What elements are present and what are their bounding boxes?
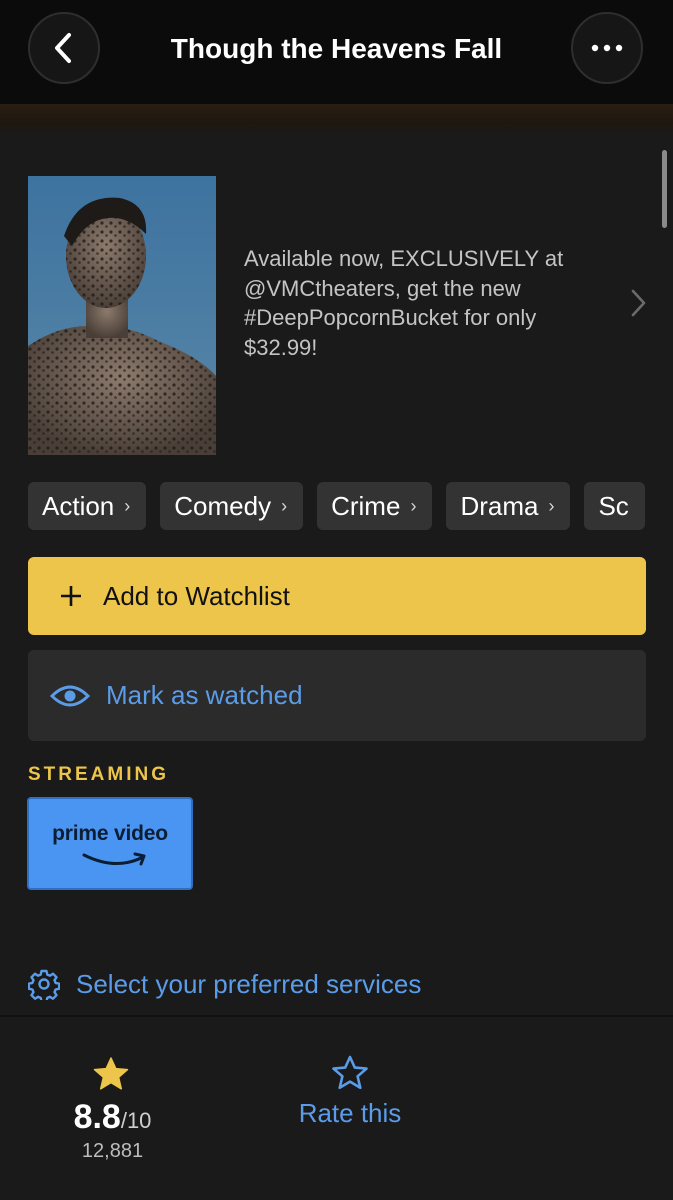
star-outline-icon[interactable]: [332, 1055, 368, 1091]
hero-image-edge: [0, 104, 673, 136]
page-title: Though the Heavens Fall: [170, 33, 503, 64]
chevron-right-icon: ›: [281, 495, 288, 516]
chevron-left-icon: [55, 33, 71, 63]
more-horizontal-icon: [591, 44, 623, 52]
gear-icon: [28, 969, 60, 1000]
select-preferred-services-link[interactable]: Select your preferred services: [28, 964, 421, 1004]
star-filled-icon: [93, 1057, 129, 1090]
genre-label: Action: [42, 490, 115, 521]
chevron-right-icon: ›: [548, 495, 555, 516]
services-label: Select your preferred services: [76, 968, 422, 999]
plus-icon: [61, 586, 81, 606]
watched-label: Mark as watched: [106, 680, 303, 710]
genre-label: Comedy: [174, 490, 272, 521]
rate-this-button[interactable]: Rate this: [260, 1098, 440, 1129]
title-detail-screen: Though the Heavens Fall Available now, E…: [0, 0, 673, 1200]
eye-icon: [50, 685, 90, 706]
genre-chip-drama[interactable]: Drama ›: [446, 482, 571, 530]
genre-label: Sc: [598, 490, 629, 521]
back-button[interactable]: [28, 12, 100, 84]
genre-chip-comedy[interactable]: Comedy ›: [160, 482, 304, 530]
genre-chip-sc[interactable]: Sc: [584, 482, 645, 530]
chevron-right-icon: ›: [410, 495, 417, 516]
rating-count: 12,881: [81, 1140, 144, 1162]
genre-label: Crime: [331, 490, 401, 521]
top-bar: Though the Heavens Fall: [0, 0, 673, 104]
prime-video-service-tile[interactable]: prime video: [27, 797, 193, 890]
more-options-button[interactable]: [571, 12, 643, 84]
section-divider: [0, 1015, 673, 1017]
genre-label: Drama: [460, 490, 539, 521]
chevron-right-icon[interactable]: [626, 286, 650, 320]
watchlist-label: Add to Watchlist: [103, 580, 290, 611]
chevron-right-icon: ›: [124, 495, 131, 516]
mark-as-watched-button[interactable]: Mark as watched: [28, 650, 646, 741]
poster-image[interactable]: [28, 176, 216, 455]
genre-chip-crime[interactable]: Crime ›: [317, 482, 433, 530]
genre-chip-action[interactable]: Action ›: [28, 482, 147, 530]
rating-value: 8.8: [73, 1098, 121, 1136]
streaming-section-label: STREAMING: [28, 764, 169, 785]
prime-video-logo-text: prime video: [52, 822, 168, 845]
poster-artwork: [28, 176, 216, 455]
rating-scale: /10: [120, 1108, 152, 1133]
prime-video-smile-icon: [82, 852, 146, 866]
rating-score: 8.8/10: [40, 1098, 185, 1137]
genre-chips: Action › Comedy › Crime › Drama › Sc: [28, 482, 673, 530]
scrollbar[interactable]: [662, 150, 667, 228]
add-to-watchlist-button[interactable]: Add to Watchlist: [28, 557, 646, 635]
promo-description[interactable]: Available now, EXCLUSIVELY at @VMCtheate…: [244, 244, 614, 362]
